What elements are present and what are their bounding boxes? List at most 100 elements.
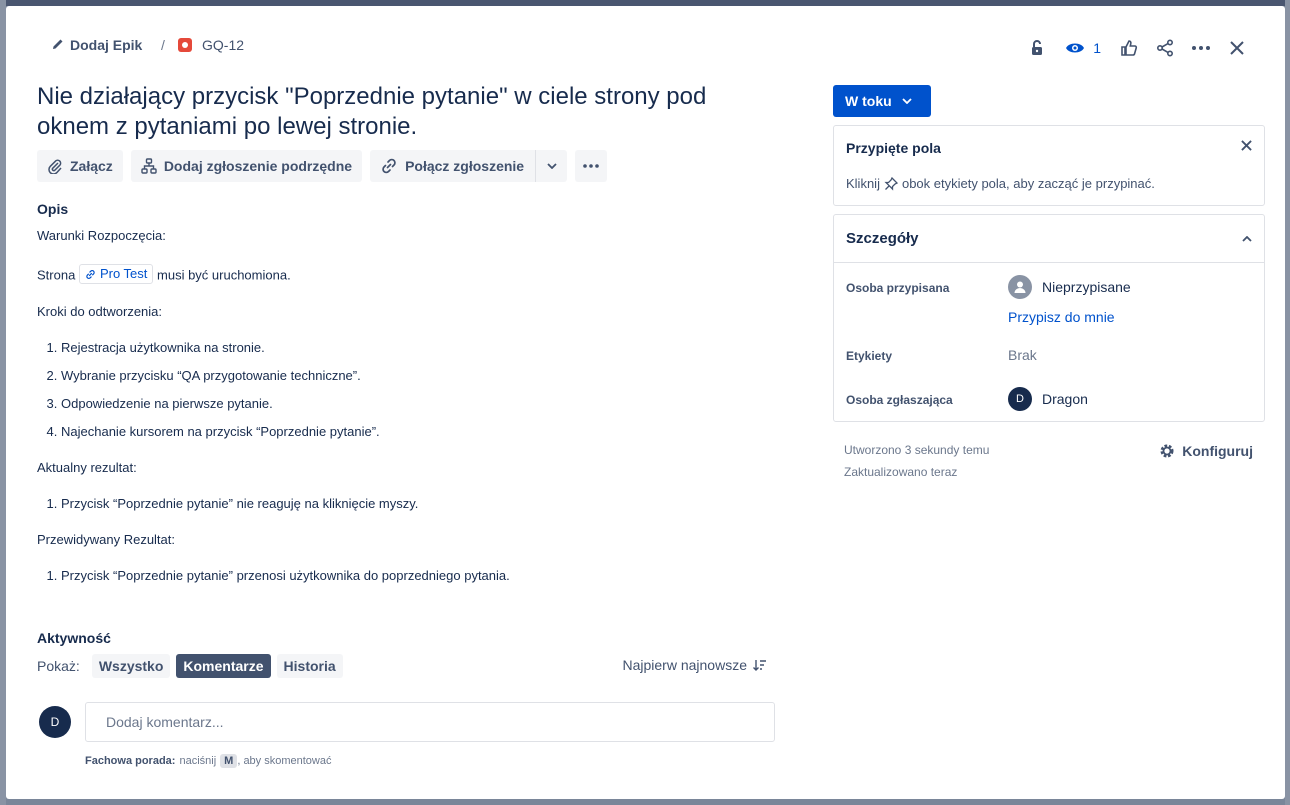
share-button[interactable] — [1147, 32, 1183, 64]
unassigned-avatar-icon — [1008, 275, 1032, 299]
description-heading: Opis — [37, 201, 69, 217]
watch-count: 1 — [1093, 40, 1101, 56]
chevron-up-icon — [1242, 235, 1252, 242]
watch-button[interactable]: 1 — [1055, 32, 1111, 64]
labels-value[interactable]: Brak — [1008, 347, 1037, 363]
tip-suffix: , aby skomentować — [237, 755, 332, 767]
issue-key-label: GQ-12 — [202, 37, 245, 53]
link-icon — [86, 269, 95, 279]
tip-key: M — [220, 754, 238, 768]
chevron-down-icon — [546, 163, 557, 169]
list-item: Przycisk “Poprzednie pytanie” przenosi u… — [61, 568, 777, 584]
assign-to-me-link[interactable]: Przypisz do mnie — [1008, 309, 1115, 325]
like-button[interactable] — [1111, 32, 1147, 64]
current-user-avatar: D — [39, 706, 71, 738]
labels-label: Etykiety — [846, 349, 893, 363]
page-prefix: Strona — [37, 267, 76, 283]
pinned-hint-suffix: obok etykiety pola, aby zacząć je przypi… — [901, 176, 1155, 191]
share-icon — [1156, 39, 1174, 57]
tip-bold: Fachowa porada: — [85, 755, 176, 767]
list-item: Wybranie przycisku “QA przygotowanie tec… — [61, 368, 777, 384]
list-item: Odpowiedzenie na pierwsze pytanie. — [61, 396, 777, 412]
attach-button[interactable]: Załącz — [37, 150, 123, 182]
pinned-hint-prefix: Kliknij — [846, 176, 880, 191]
steps-list: Rejestracja użytkownika na stronie. Wybr… — [37, 340, 777, 440]
close-icon — [1230, 41, 1244, 55]
link-issue-label: Połącz zgłoszenie — [405, 158, 525, 174]
assignee-field[interactable]: Nieprzypisane — [1008, 275, 1131, 299]
details-panel: Szczegóły Osoba przypisana Nieprzypisane… — [833, 214, 1265, 422]
close-modal-button[interactable] — [1219, 32, 1255, 64]
activity-filter-row: Pokaż: Wszystko Komentarze Historia Najp… — [37, 654, 777, 678]
chevron-down-icon — [902, 98, 912, 104]
breadcrumb-epic-label: Dodaj Epik — [70, 37, 143, 53]
pencil-icon — [52, 37, 64, 53]
bug-icon — [178, 38, 192, 52]
more-actions-button[interactable] — [1183, 32, 1219, 64]
paperclip-icon — [48, 159, 62, 174]
show-label: Pokaż: — [37, 658, 80, 674]
sort-order-button[interactable]: Najpierw najnowsze — [622, 657, 767, 673]
filter-comments-button[interactable]: Komentarze — [176, 654, 271, 678]
description-section[interactable]: Opis Warunki Rozpoczęcia: Strona Pro Tes… — [37, 201, 777, 604]
details-title: Szczegóły — [846, 230, 919, 247]
configure-button[interactable]: Konfiguruj — [1158, 442, 1253, 460]
activity-section: Aktywność Pokaż: Wszystko Komentarze His… — [37, 630, 777, 768]
reporter-field[interactable]: D Dragon — [1008, 387, 1088, 411]
thumbs-up-icon — [1121, 40, 1138, 56]
gear-icon — [1160, 444, 1174, 458]
toolbar-more-button[interactable] — [575, 150, 608, 182]
sort-order-label: Najpierw najnowsze — [622, 657, 747, 673]
link-issue-button[interactable]: Połącz zgłoszenie — [370, 150, 568, 182]
breadcrumb-epic[interactable]: Dodaj Epik — [52, 37, 142, 53]
filter-history-button[interactable]: Historia — [276, 654, 343, 678]
pinned-fields-title: Przypięte pola — [846, 140, 941, 156]
reporter-avatar: D — [1008, 387, 1032, 411]
attach-label: Załącz — [70, 158, 113, 174]
close-pinned-button[interactable] — [1241, 138, 1252, 156]
reporter-label: Osoba zgłaszająca — [846, 393, 953, 407]
list-item: Przycisk “Poprzednie pytanie” nie reaguj… — [61, 496, 777, 512]
link-issue-dropdown[interactable] — [535, 150, 567, 182]
backdrop-right-strip — [1285, 0, 1290, 805]
breadcrumb-separator: / — [161, 37, 165, 53]
comment-tip: Fachowa porada: naciśnij M , aby skoment… — [85, 754, 331, 768]
add-child-label: Dodaj zgłoszenie podrzędne — [163, 158, 353, 174]
expected-result-heading: Przewidywany Rezultat: — [37, 532, 175, 547]
issue-modal: Dodaj Epik / GQ-12 1 Nie działający przy… — [6, 6, 1285, 799]
details-header[interactable]: Szczegóły — [834, 215, 1264, 263]
pinned-fields-panel: Przypięte pola Kliknij obok etykiety pol… — [833, 125, 1265, 206]
created-timestamp: Utworzono 3 sekundy temu — [844, 443, 990, 457]
expected-result-list: Przycisk “Poprzednie pytanie” przenosi u… — [37, 568, 777, 584]
configure-label: Konfiguruj — [1182, 443, 1253, 459]
unlock-icon — [1032, 40, 1043, 55]
list-item: Najechanie kursorem na przycisk “Poprzed… — [61, 424, 777, 440]
breadcrumb-issue-key[interactable]: GQ-12 — [178, 37, 244, 53]
actual-result-heading: Aktualny rezultat: — [37, 460, 137, 475]
issue-toolbar: Załącz Dodaj zgłoszenie podrzędne Połącz… — [37, 150, 608, 182]
hierarchy-icon — [141, 158, 157, 174]
pin-icon — [884, 176, 898, 191]
modal-header: Dodaj Epik / GQ-12 1 — [6, 6, 1285, 84]
header-actions: 1 — [1019, 32, 1255, 64]
page-requirement-line: Strona Pro Test musi być uruchomiona. — [37, 264, 777, 284]
reporter-value: Dragon — [1042, 391, 1088, 407]
pro-test-link[interactable]: Pro Test — [78, 264, 154, 284]
comment-input[interactable]: Dodaj komentarz... — [85, 702, 775, 742]
filter-all-button[interactable]: Wszystko — [91, 654, 171, 678]
link-icon — [382, 158, 396, 174]
steps-heading: Kroki do odtworzenia: — [37, 304, 163, 319]
tip-text: naciśnij — [179, 755, 217, 767]
sort-icon — [753, 660, 766, 671]
assignee-label: Osoba przypisana — [846, 281, 950, 295]
status-label: W toku — [845, 93, 892, 109]
lock-button[interactable] — [1019, 32, 1055, 64]
issue-title[interactable]: Nie działający przycisk "Poprzednie pyta… — [37, 82, 757, 142]
status-dropdown[interactable]: W toku — [833, 85, 931, 117]
more-horizontal-icon — [583, 164, 599, 168]
eye-icon — [1066, 43, 1085, 53]
activity-heading: Aktywność — [37, 630, 111, 646]
assignee-value: Nieprzypisane — [1042, 279, 1131, 295]
list-item: Rejestracja użytkownika na stronie. — [61, 340, 777, 356]
add-child-issue-button[interactable]: Dodaj zgłoszenie podrzędne — [130, 150, 363, 182]
